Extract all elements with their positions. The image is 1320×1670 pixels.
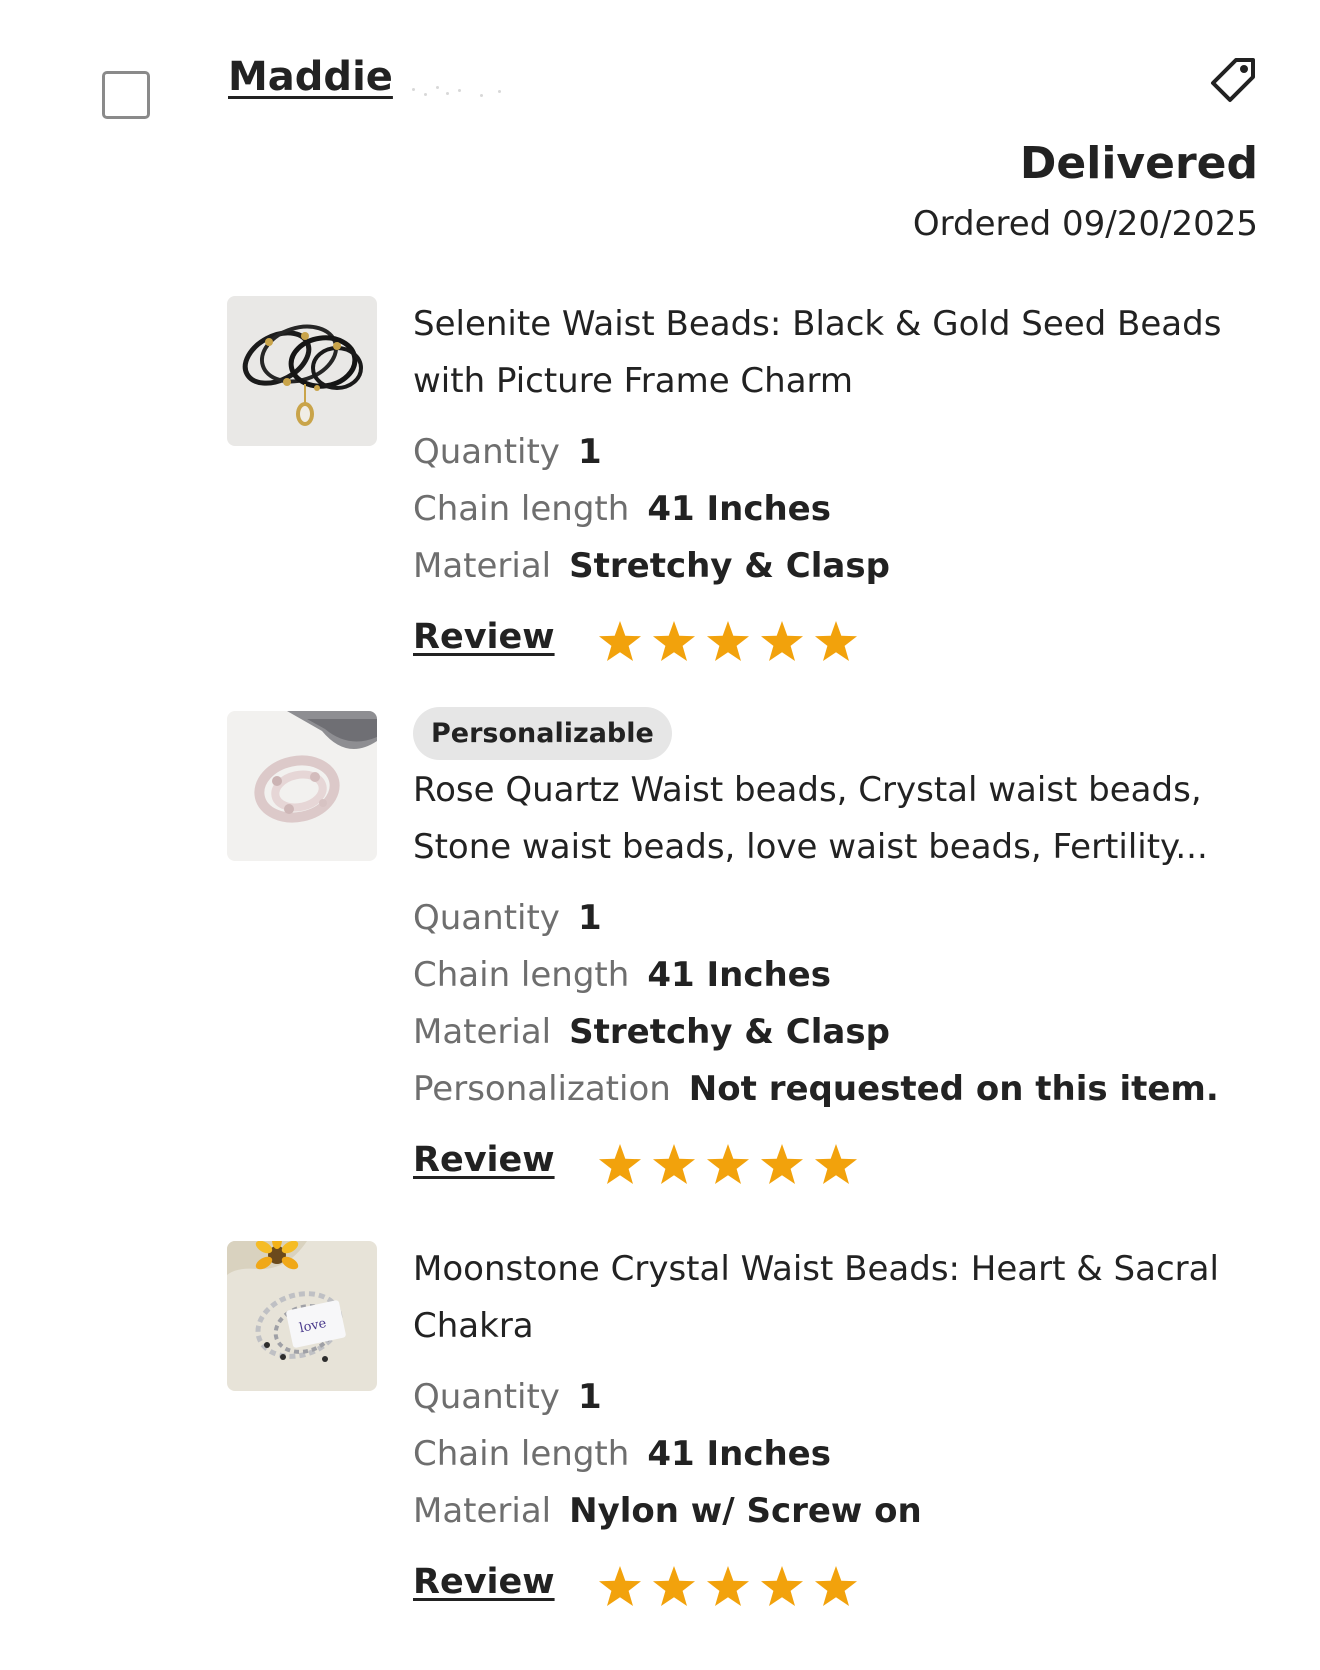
attr-label: Quantity: [413, 432, 560, 472]
select-order-checkbox[interactable]: [102, 71, 150, 119]
star-icon[interactable]: [593, 1140, 647, 1188]
star-icon[interactable]: [701, 617, 755, 665]
order-status: Delivered: [1019, 138, 1258, 189]
star-icon[interactable]: [701, 1562, 755, 1610]
attr-label: Chain length: [413, 1434, 630, 1474]
star-icon[interactable]: [755, 617, 809, 665]
attr-quantity: Quantity 1: [413, 1369, 1233, 1426]
attr-material: Material Stretchy & Clasp: [413, 538, 1233, 595]
personalizable-badge: Personalizable: [413, 707, 672, 760]
star-icon[interactable]: [647, 1562, 701, 1610]
item-title[interactable]: Rose Quartz Waist beads, Crystal waist b…: [413, 762, 1233, 819]
item-title[interactable]: Chakra: [413, 1298, 1233, 1355]
attr-label: Material: [413, 1491, 552, 1531]
review-row: Review: [413, 1562, 1233, 1622]
star-icon[interactable]: [809, 1562, 863, 1610]
item-title[interactable]: Selenite Waist Beads: Black & Gold Seed …: [413, 296, 1233, 353]
attr-label: Quantity: [413, 898, 560, 938]
order-date: Ordered 09/20/2025: [912, 204, 1258, 244]
attr-label: Chain length: [413, 489, 630, 529]
star-icon[interactable]: [755, 1140, 809, 1188]
attr-quantity: Quantity 1: [413, 424, 1233, 481]
attr-label: Chain length: [413, 955, 630, 995]
star-icon[interactable]: [809, 617, 863, 665]
star-icon[interactable]: [647, 1140, 701, 1188]
redacted-username: [410, 84, 510, 100]
item-thumbnail[interactable]: [227, 296, 377, 446]
star-rating[interactable]: [593, 1140, 863, 1188]
attr-label: Quantity: [413, 1377, 560, 1417]
attr-value: 1: [577, 1377, 602, 1417]
attr-value: 1: [577, 432, 602, 472]
attr-value: Stretchy & Clasp: [569, 546, 890, 586]
attr-value: 1: [577, 898, 602, 938]
item-title[interactable]: Moonstone Crystal Waist Beads: Heart & S…: [413, 1241, 1233, 1298]
attr-value: 41 Inches: [647, 1434, 831, 1474]
star-icon[interactable]: [593, 1562, 647, 1610]
attr-value: Nylon w/ Screw on: [569, 1491, 922, 1531]
item-title[interactable]: Stone waist beads, love waist beads, Fer…: [413, 819, 1233, 876]
review-link[interactable]: Review: [413, 1562, 555, 1602]
attr-material: Material Stretchy & Clasp: [413, 1004, 1233, 1061]
star-rating[interactable]: [593, 617, 863, 665]
attr-value: 41 Inches: [647, 489, 831, 529]
attr-value: Stretchy & Clasp: [569, 1012, 890, 1052]
attr-value: 41 Inches: [647, 955, 831, 995]
attr-chain-length: Chain length 41 Inches: [413, 947, 1233, 1004]
star-icon[interactable]: [755, 1562, 809, 1610]
review-link[interactable]: Review: [413, 617, 555, 657]
item-thumbnail[interactable]: love: [227, 1241, 377, 1391]
attr-label: Material: [413, 546, 552, 586]
attr-label: Personalization: [413, 1069, 671, 1109]
item-title[interactable]: with Picture Frame Charm: [413, 353, 1233, 410]
attr-chain-length: Chain length 41 Inches: [413, 1426, 1233, 1483]
star-rating[interactable]: [593, 1562, 863, 1610]
tag-icon[interactable]: [1206, 54, 1260, 108]
star-icon[interactable]: [593, 617, 647, 665]
attr-material: Material Nylon w/ Screw on: [413, 1483, 1233, 1540]
attr-value: Not requested on this item.: [688, 1069, 1219, 1109]
review-row: Review: [413, 1140, 1233, 1200]
attr-personalization: Personalization Not requested on this ite…: [413, 1061, 1233, 1118]
attr-chain-length: Chain length 41 Inches: [413, 481, 1233, 538]
attr-label: Material: [413, 1012, 552, 1052]
review-row: Review: [413, 617, 1233, 677]
attr-quantity: Quantity 1: [413, 890, 1233, 947]
buyer-name-link[interactable]: Maddie: [228, 54, 393, 100]
review-link[interactable]: Review: [413, 1140, 555, 1180]
star-icon[interactable]: [809, 1140, 863, 1188]
item-thumbnail[interactable]: [227, 711, 377, 861]
star-icon[interactable]: [647, 617, 701, 665]
star-icon[interactable]: [701, 1140, 755, 1188]
